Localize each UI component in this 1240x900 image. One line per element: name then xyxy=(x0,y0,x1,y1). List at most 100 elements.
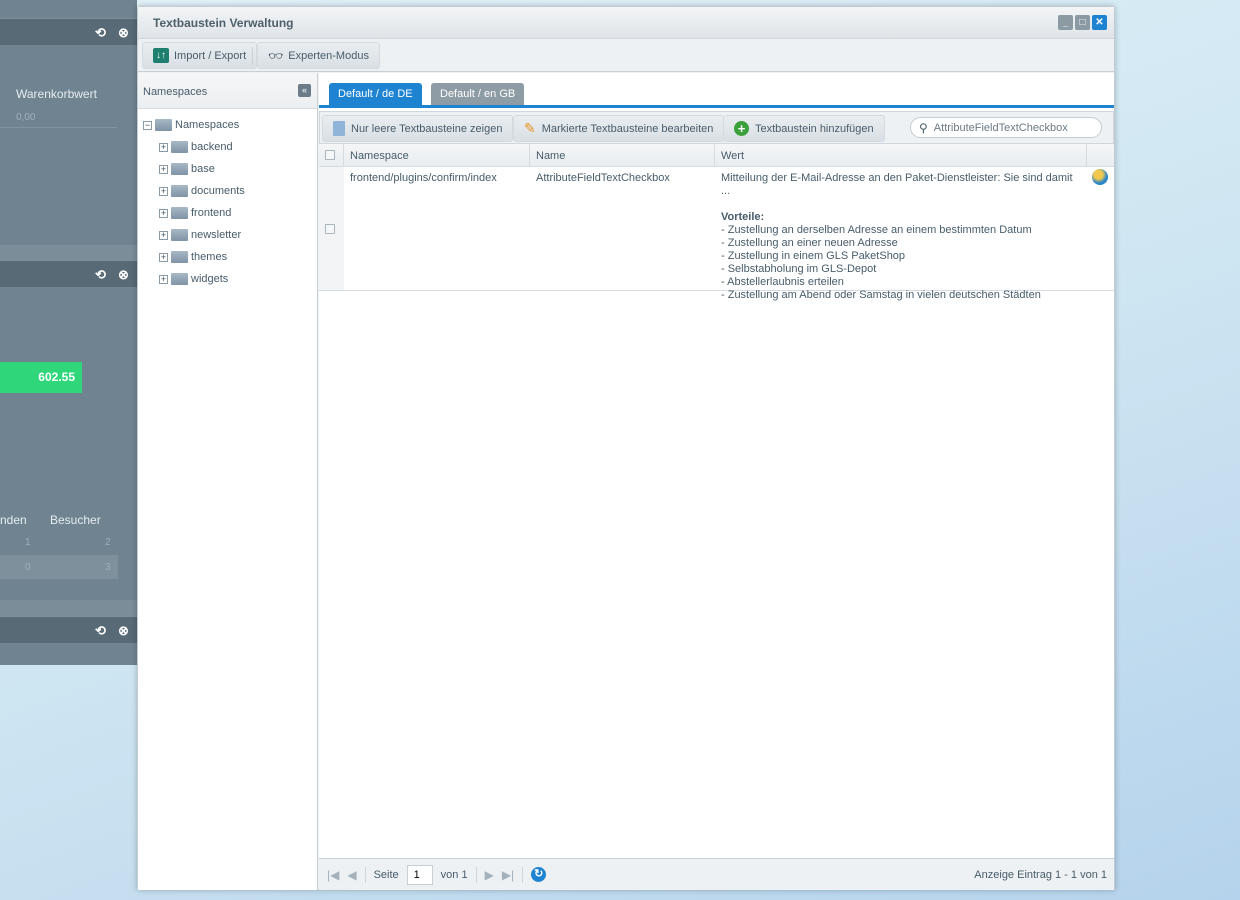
close-icon[interactable]: ⊗ xyxy=(118,623,129,639)
tree-node[interactable]: + themes xyxy=(159,251,227,263)
folder-icon xyxy=(171,273,188,285)
search-field[interactable]: ⚲ xyxy=(910,117,1102,138)
window-title: Textbaustein Verwaltung xyxy=(153,16,294,30)
last-page-icon[interactable]: ▶| xyxy=(502,868,514,882)
value-text: Mitteilung der E-Mail-Adresse an den Pak… xyxy=(721,172,1073,197)
close-button[interactable]: ✕ xyxy=(1092,15,1107,30)
close-icon[interactable]: ⊗ xyxy=(118,25,129,41)
value-line: - Selbstabholung im GLS-Depot xyxy=(721,263,877,275)
prev-page-icon[interactable]: ◀ xyxy=(347,868,356,882)
tree-node-root[interactable]: − Namespaces xyxy=(143,119,239,131)
value-line: - Zustellung am Abend oder Samstag in vi… xyxy=(721,289,1041,301)
folder-icon xyxy=(171,251,188,263)
refresh-icon[interactable]: ⟲ xyxy=(95,25,106,41)
search-icon: ⚲ xyxy=(919,120,928,135)
node-label: frontend xyxy=(191,207,232,219)
tree-node[interactable]: + widgets xyxy=(159,273,228,285)
collapse-icon[interactable]: − xyxy=(143,120,152,130)
next-page-icon[interactable]: ▶ xyxy=(485,868,494,882)
search-input[interactable] xyxy=(933,121,1084,134)
minimize-button[interactable]: _ xyxy=(1058,15,1073,30)
tree-node[interactable]: + frontend xyxy=(159,207,231,219)
snippet-grid-panel: Default / de DE Default / en GB Nur leer… xyxy=(319,73,1114,890)
button-label: Import / Export xyxy=(174,49,247,62)
first-page-icon[interactable]: |◀ xyxy=(327,868,339,882)
expand-icon[interactable]: + xyxy=(159,208,168,218)
column-value[interactable]: Wert xyxy=(715,144,1087,166)
empty-only-button[interactable]: Nur leere Textbausteine zeigen xyxy=(322,115,514,142)
node-label: widgets xyxy=(191,273,229,285)
expand-icon[interactable]: + xyxy=(159,186,168,196)
tree-node[interactable]: + base xyxy=(159,163,215,175)
pencil-icon: ✎ xyxy=(524,120,536,136)
row-checkbox[interactable] xyxy=(319,167,344,290)
value-heading: Vorteile: xyxy=(721,211,765,223)
cell-namespace: frontend/plugins/confirm/index xyxy=(350,172,497,184)
button-label: Experten-Modus xyxy=(288,49,369,62)
cell-value: 0,00 xyxy=(16,112,36,123)
expand-icon[interactable]: + xyxy=(159,230,168,240)
tree-node[interactable]: + newsletter xyxy=(159,229,241,241)
node-label: backend xyxy=(191,141,233,153)
paging-summary: Anzeige Eintrag 1 - 1 von 1 xyxy=(974,868,1107,881)
collapse-panel-button[interactable]: « xyxy=(298,84,311,97)
cell-value: 1 xyxy=(25,537,31,548)
expand-icon[interactable]: + xyxy=(159,274,168,284)
glasses-icon: 👓︎ xyxy=(268,48,284,63)
import-export-icon: ↓↑ xyxy=(153,48,169,63)
folder-open-icon xyxy=(155,119,172,131)
globe-icon[interactable] xyxy=(1092,169,1108,185)
add-snippet-button[interactable]: + Textbaustein hinzufügen xyxy=(723,115,885,142)
button-label: Textbaustein hinzufügen xyxy=(755,122,874,135)
namespace-tree-panel: Namespaces « − Namespaces + backend + base … xyxy=(138,73,318,890)
button-label: Nur leere Textbausteine zeigen xyxy=(351,122,503,135)
value-line: - Zustellung an derselben Adresse an ein… xyxy=(721,224,1032,236)
column-header: Warenkorbwert xyxy=(16,87,97,101)
column-name[interactable]: Name xyxy=(530,144,715,166)
page-input[interactable] xyxy=(406,864,433,885)
folder-icon xyxy=(171,141,188,153)
expert-mode-button[interactable]: 👓︎ Experten-Modus xyxy=(257,42,380,69)
select-all-checkbox[interactable] xyxy=(319,144,344,166)
window-titlebar[interactable]: Textbaustein Verwaltung _ □ ✕ xyxy=(138,7,1114,39)
node-label: documents xyxy=(191,185,245,197)
widget-header: ⟲ ⊗ xyxy=(0,260,137,287)
snippet-manager-window: Textbaustein Verwaltung _ □ ✕ ↓↑ Import … xyxy=(137,6,1115,890)
tree-node[interactable]: + documents xyxy=(159,185,245,197)
refresh-icon[interactable]: ⟲ xyxy=(95,267,106,283)
cell-value[interactable]: Mitteilung der E-Mail-Adresse an den Pak… xyxy=(715,167,1087,301)
expand-icon[interactable]: + xyxy=(159,164,168,174)
folder-icon xyxy=(171,229,188,241)
refresh-icon[interactable]: ↻ xyxy=(531,867,547,882)
value-line: - Zustellung in einem GLS PaketShop xyxy=(721,250,906,262)
table-row[interactable]: frontend/plugins/confirm/index Attribute… xyxy=(319,167,1114,301)
import-export-button[interactable]: ↓↑ Import / Export xyxy=(142,42,258,69)
value-line: - Abstellerlaubnis erteilen xyxy=(721,276,844,288)
page-label: Seite xyxy=(373,868,399,881)
cell-value: 3 xyxy=(105,562,111,573)
grid-toolbar: Nur leere Textbausteine zeigen ✎ Markier… xyxy=(319,111,1114,144)
tree-node[interactable]: + backend xyxy=(159,141,233,153)
edit-marked-button[interactable]: ✎ Markierte Textbausteine bearbeiten xyxy=(513,115,725,142)
column-header: nden xyxy=(0,513,27,527)
expand-icon[interactable]: + xyxy=(159,252,168,262)
folder-icon xyxy=(171,185,188,197)
column-header: Besucher xyxy=(50,513,101,527)
maximize-button[interactable]: □ xyxy=(1075,15,1090,30)
node-label: newsletter xyxy=(191,229,242,241)
background-dashboard: ⟲ ⊗ Warenkorbwert 0,00 ⟲ ⊗ 602.55 nden B… xyxy=(0,0,137,665)
cell-value: 2 xyxy=(105,537,111,548)
shop-tabs: Default / de DE Default / en GB xyxy=(319,73,1114,108)
node-label: themes xyxy=(191,251,228,263)
document-icon xyxy=(333,121,345,136)
window-toolbar: ↓↑ Import / Export 👓︎ Experten-Modus xyxy=(138,39,1114,72)
tab-default-en[interactable]: Default / en GB xyxy=(431,83,525,105)
refresh-icon[interactable]: ⟲ xyxy=(95,623,106,639)
column-namespace[interactable]: Namespace xyxy=(344,144,530,166)
tab-default-de[interactable]: Default / de DE xyxy=(329,83,422,105)
button-label: Markierte Textbausteine bearbeiten xyxy=(541,122,714,135)
folder-icon xyxy=(171,207,188,219)
expand-icon[interactable]: + xyxy=(159,142,168,152)
node-label: Namespaces xyxy=(175,119,240,131)
close-icon[interactable]: ⊗ xyxy=(118,267,129,283)
